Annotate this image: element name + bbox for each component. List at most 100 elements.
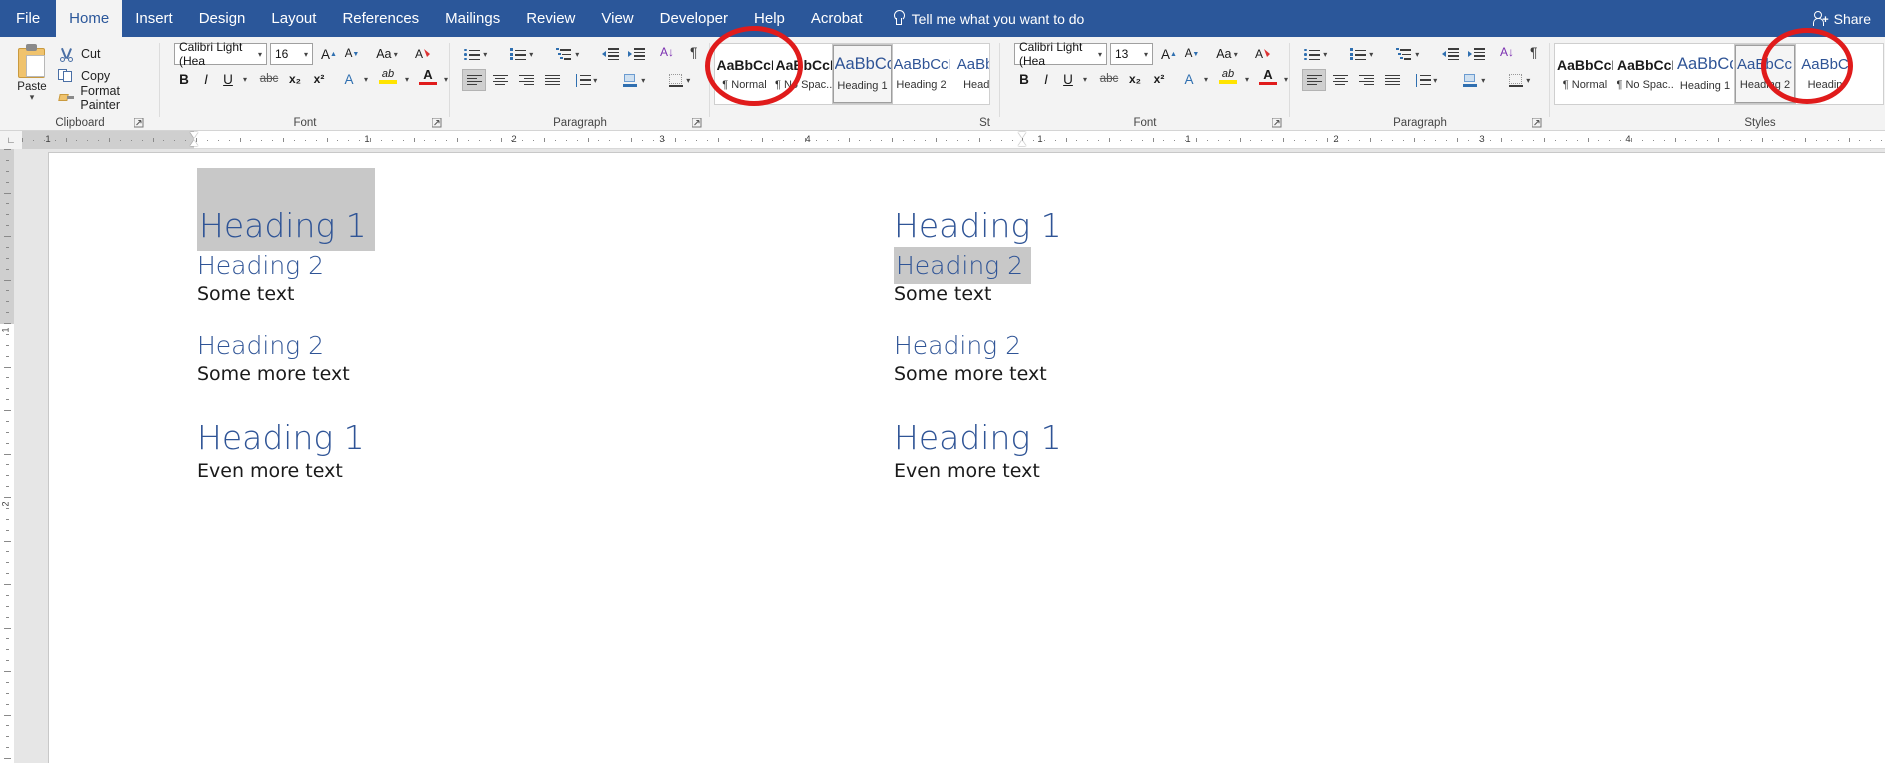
- style-item-normal[interactable]: AaBbCcDc¶ Normal: [1555, 45, 1615, 103]
- grow-font-button[interactable]: A▲: [318, 43, 340, 65]
- style-item-no-spac[interactable]: AaBbCcDc¶ No Spac...: [774, 45, 833, 103]
- subscript-button[interactable]: x₂: [284, 68, 306, 90]
- shrink-font-button-2[interactable]: A▼: [1181, 43, 1203, 65]
- line-spacing-button[interactable]: ▾: [574, 70, 597, 90]
- document-paragraph[interactable]: Some text: [197, 284, 375, 306]
- document-heading-1[interactable]: Heading 1: [197, 420, 375, 456]
- text-highlight-dropdown[interactable]: ▾: [400, 68, 414, 90]
- style-item-heading-1[interactable]: AaBbCcHeading 1: [833, 45, 892, 103]
- text-highlight-button[interactable]: ab: [376, 65, 400, 87]
- clipboard-dialog-launcher[interactable]: [134, 118, 144, 128]
- shading-button-2[interactable]: ▾: [1462, 70, 1485, 90]
- style-item-heading-2[interactable]: AaBbCcDHeading 2: [1735, 45, 1795, 103]
- change-case-button-2[interactable]: Aa ▾: [1210, 43, 1244, 65]
- justify-button-2[interactable]: [1380, 69, 1404, 91]
- style-item-heading-1[interactable]: AaBbCcHeading 1: [1675, 45, 1735, 103]
- align-right-button-2[interactable]: [1354, 69, 1378, 91]
- style-item-headin[interactable]: AaBbCHeadin: [951, 45, 990, 103]
- vertical-ruler[interactable]: 12: [0, 149, 14, 763]
- font-size-combobox[interactable]: 16 ▾: [270, 43, 313, 65]
- shrink-font-button[interactable]: A▼: [341, 43, 363, 65]
- text-highlight-button-2[interactable]: ab: [1216, 65, 1240, 87]
- italic-button-2[interactable]: I: [1036, 68, 1056, 90]
- text-effects-button-2[interactable]: A: [1178, 68, 1200, 90]
- document-paragraph[interactable]: Some more text: [894, 364, 1062, 386]
- underline-dropdown-2[interactable]: ▾: [1078, 68, 1092, 90]
- clear-formatting-button[interactable]: A: [412, 43, 434, 65]
- increase-indent-button-2[interactable]: [1468, 44, 1485, 64]
- formatting-marks-button-2[interactable]: ¶: [1530, 42, 1538, 62]
- document-heading-2[interactable]: Heading 2: [197, 252, 375, 280]
- paste-button[interactable]: Paste ▾: [8, 42, 56, 114]
- document-heading-2[interactable]: Heading 2: [894, 252, 1062, 280]
- ribbon-tab-insert[interactable]: Insert: [122, 0, 186, 37]
- ribbon-tab-references[interactable]: References: [329, 0, 432, 37]
- underline-button-2[interactable]: U: [1058, 68, 1078, 90]
- increase-indent-button[interactable]: [628, 44, 645, 64]
- text-highlight-dropdown-2[interactable]: ▾: [1240, 68, 1254, 90]
- align-center-button-2[interactable]: [1328, 69, 1352, 91]
- decrease-indent-button-2[interactable]: [1442, 44, 1459, 64]
- text-effects-dropdown-2[interactable]: ▾: [1199, 68, 1213, 90]
- font-dialog-launcher-2[interactable]: [1272, 118, 1282, 128]
- ribbon-tab-view[interactable]: View: [588, 0, 646, 37]
- indent-marker[interactable]: [1018, 132, 1027, 148]
- document-heading-1[interactable]: Heading 1: [894, 420, 1062, 456]
- paragraph-dialog-launcher-2[interactable]: [1532, 118, 1542, 128]
- strikethrough-button-2[interactable]: abc: [1096, 68, 1122, 90]
- grow-font-button-2[interactable]: A▲: [1158, 43, 1180, 65]
- document-heading-1[interactable]: Heading 1: [894, 208, 1062, 244]
- document-paragraph[interactable]: Some text: [894, 284, 1062, 306]
- font-name-combobox-2[interactable]: Calibri Light (Hea ▾: [1014, 43, 1107, 65]
- style-item-no-spac[interactable]: AaBbCcDc¶ No Spac...: [1615, 45, 1675, 103]
- bold-button-2[interactable]: B: [1014, 68, 1034, 90]
- ribbon-tab-help[interactable]: Help: [741, 0, 798, 37]
- ribbon-tab-design[interactable]: Design: [186, 0, 259, 37]
- document-column-left[interactable]: Heading 1Heading 2Some textHeading 2Some…: [197, 208, 375, 483]
- font-color-button[interactable]: A: [416, 65, 440, 87]
- multilevel-list-button[interactable]: ▾: [556, 44, 579, 64]
- strikethrough-button[interactable]: abc: [256, 68, 282, 90]
- shading-button[interactable]: ▾: [622, 70, 645, 90]
- ribbon-tab-file[interactable]: File: [0, 0, 56, 37]
- cut-button[interactable]: Cut: [58, 44, 100, 64]
- horizontal-ruler[interactable]: ∟ 11234 11234: [0, 131, 1885, 149]
- font-size-combobox-2[interactable]: 13 ▾: [1110, 43, 1153, 65]
- document-page[interactable]: Heading 1 Heading 2 Some text Heading 2 Some…: [48, 152, 1885, 763]
- align-right-button[interactable]: [514, 69, 538, 91]
- bold-button[interactable]: B: [174, 68, 194, 90]
- paste-dropdown-caret-icon[interactable]: ▾: [8, 93, 56, 101]
- document-column-right[interactable]: Heading 1Heading 2Some textHeading 2Some…: [894, 208, 1062, 483]
- font-dialog-launcher[interactable]: [432, 118, 442, 128]
- align-left-button[interactable]: [462, 69, 486, 91]
- ribbon-tab-review[interactable]: Review: [513, 0, 588, 37]
- ribbon-tab-mailings[interactable]: Mailings: [432, 0, 513, 37]
- borders-button-2[interactable]: ▾: [1508, 70, 1530, 90]
- document-heading-1[interactable]: Heading 1: [197, 208, 375, 244]
- style-item-normal[interactable]: AaBbCcDc¶ Normal: [715, 45, 774, 103]
- style-item-heading-2[interactable]: AaBbCcDHeading 2: [892, 45, 951, 103]
- document-paragraph[interactable]: Even more text: [894, 461, 1062, 483]
- superscript-button-2[interactable]: x²: [1148, 68, 1170, 90]
- format-painter-button[interactable]: Format Painter: [58, 88, 160, 108]
- sort-button[interactable]: A↓: [660, 42, 674, 62]
- numbering-button[interactable]: ▾: [510, 44, 533, 64]
- sort-button-2[interactable]: A↓: [1500, 42, 1514, 62]
- share-button[interactable]: + Share: [1813, 0, 1871, 37]
- line-spacing-button-2[interactable]: ▾: [1414, 70, 1437, 90]
- numbering-button-2[interactable]: ▾: [1350, 44, 1373, 64]
- font-color-button-2[interactable]: A: [1256, 65, 1280, 87]
- document-heading-2[interactable]: Heading 2: [197, 332, 375, 360]
- style-item-headin[interactable]: AaBbCHeadin: [1795, 45, 1855, 103]
- ribbon-tab-developer[interactable]: Developer: [647, 0, 741, 37]
- justify-button[interactable]: [540, 69, 564, 91]
- subscript-button-2[interactable]: x₂: [1124, 68, 1146, 90]
- ribbon-tab-layout[interactable]: Layout: [258, 0, 329, 37]
- ribbon-tab-acrobat[interactable]: Acrobat: [798, 0, 876, 37]
- ribbon-tab-home[interactable]: Home: [56, 0, 122, 37]
- italic-button[interactable]: I: [196, 68, 216, 90]
- text-effects-button[interactable]: A: [338, 68, 360, 90]
- formatting-marks-button[interactable]: ¶: [690, 42, 698, 62]
- indent-marker[interactable]: [190, 132, 199, 148]
- text-effects-dropdown[interactable]: ▾: [359, 68, 373, 90]
